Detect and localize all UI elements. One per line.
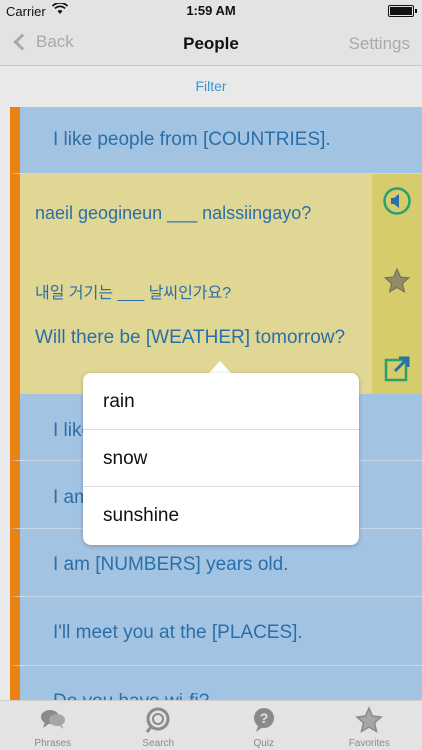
tab-search[interactable]: Search xyxy=(106,701,212,750)
tab-favorites[interactable]: Favorites xyxy=(317,701,422,750)
tab-quiz[interactable]: ? Quiz xyxy=(211,701,317,750)
phrase-text: I'll meet you at the [PLACES]. xyxy=(53,622,303,643)
action-strip xyxy=(372,174,422,394)
popup-arrow xyxy=(209,361,231,373)
tab-label: Quiz xyxy=(253,738,275,749)
option-sunshine[interactable]: sunshine xyxy=(83,487,359,544)
speaker-icon[interactable] xyxy=(382,186,412,216)
phrase-text: I am [NUMBERS] years old. xyxy=(53,554,289,575)
romanized-text: naeil geogineun ___ nalssiingayo? xyxy=(35,203,312,223)
tab-bar: Phrases Search ? Quiz Favorites xyxy=(0,700,422,750)
phrase-row[interactable]: I'll meet you at the [PLACES]. xyxy=(10,597,422,666)
english-text[interactable]: Will there be [WEATHER] tomorrow? xyxy=(35,325,365,351)
tab-label: Favorites xyxy=(348,738,390,749)
option-snow[interactable]: snow xyxy=(83,430,359,487)
battery-icon xyxy=(388,5,417,17)
filter-button[interactable]: Filter xyxy=(195,78,226,94)
korean-text: 내일 거기는 ___ 날씨인가요? xyxy=(35,285,232,302)
star-icon xyxy=(355,706,383,734)
settings-button[interactable]: Settings xyxy=(349,34,410,54)
speech-bubbles-icon xyxy=(39,706,67,734)
filter-bar: Filter xyxy=(0,67,422,107)
share-icon[interactable] xyxy=(382,354,412,384)
option-rain[interactable]: rain xyxy=(83,373,359,430)
svg-text:?: ? xyxy=(259,710,268,726)
tab-label: Search xyxy=(142,738,175,749)
status-bar: Carrier 1:59 AM xyxy=(0,0,422,22)
tab-phrases[interactable]: Phrases xyxy=(0,701,106,750)
phrase-text: I like people from [COUNTRIES]. xyxy=(53,129,331,150)
search-icon xyxy=(144,706,172,734)
navigation-bar: Back People Settings xyxy=(0,22,422,66)
phrase-row[interactable]: Do you have wi-fi? xyxy=(10,666,422,700)
phrase-text: Do you have wi-fi? xyxy=(53,691,209,700)
quiz-icon: ? xyxy=(250,706,278,734)
star-icon[interactable] xyxy=(382,266,412,296)
clock: 1:59 AM xyxy=(186,3,236,18)
option-popup: rain snow sunshine xyxy=(83,373,359,545)
tab-label: Phrases xyxy=(34,738,72,749)
phrase-row[interactable]: I like people from [COUNTRIES]. xyxy=(10,107,422,174)
